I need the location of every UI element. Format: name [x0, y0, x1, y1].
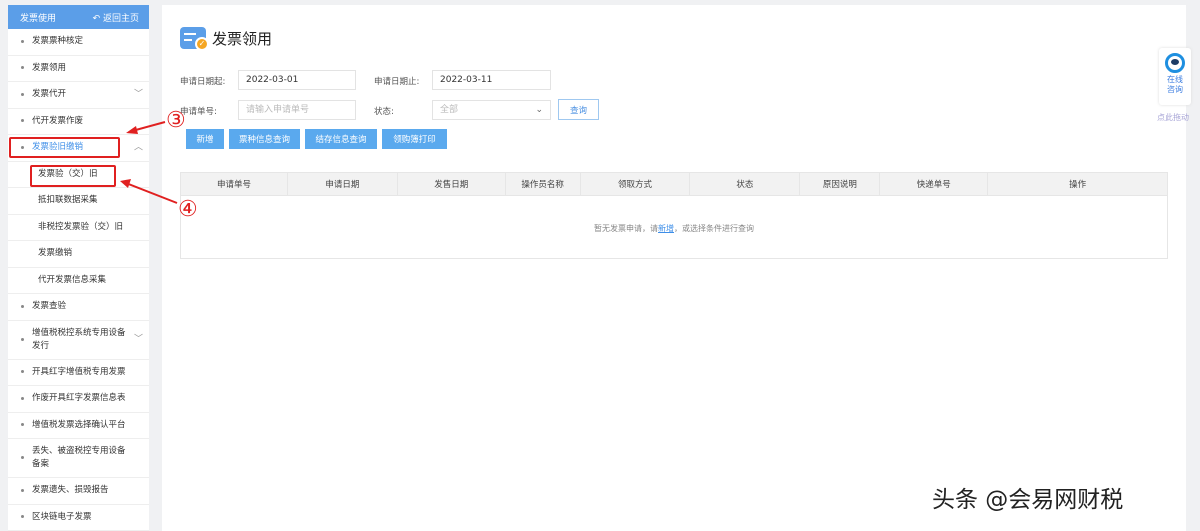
watermark: 头条 @会易网财税	[932, 487, 1124, 513]
arrow-3-head	[126, 126, 138, 134]
arrow-3	[131, 121, 166, 132]
arrow-4-head	[120, 179, 131, 188]
arrow-4	[125, 182, 178, 204]
annotation-arrows	[120, 121, 178, 204]
